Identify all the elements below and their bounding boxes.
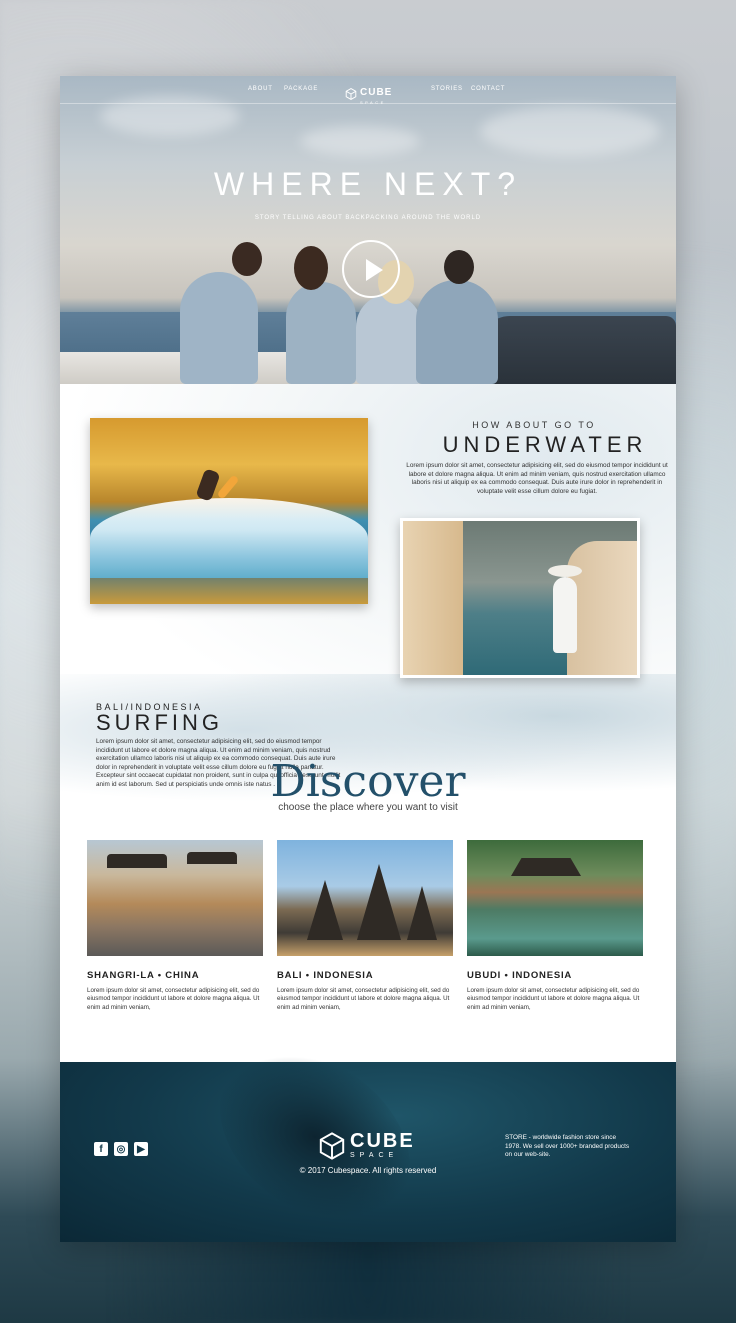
temple-roof — [107, 854, 167, 868]
footer-logo[interactable]: CUBE SPACE — [318, 1130, 415, 1160]
wave — [90, 498, 368, 578]
play-video-button[interactable] — [342, 240, 400, 298]
cloud — [480, 106, 660, 156]
hero-section: ABOUT PACKAGE CUBE SPACE STORIES CONTACT… — [60, 76, 676, 384]
surfboard — [216, 474, 240, 500]
header-logo[interactable]: CUBE SPACE — [345, 82, 392, 105]
destination-caption: SHANGRI-LA • CHINA — [87, 970, 200, 981]
pagoda — [407, 886, 437, 940]
destination-text: Lorem ipsum dolor sit amet, consectetur … — [87, 987, 260, 1011]
traveler-head — [444, 250, 474, 284]
underwater-pretitle: HOW ABOUT GO TO — [472, 420, 596, 430]
discover-title: Discover — [270, 756, 466, 807]
instagram-icon[interactable]: ◎ — [114, 1142, 128, 1156]
rock — [567, 541, 637, 675]
sun-hat — [548, 565, 582, 577]
destination-card[interactable]: BALI • INDONESIA Lorem ipsum dolor sit a… — [277, 840, 453, 1012]
copyright: © 2017 Cubespace. All rights reserved — [299, 1166, 437, 1175]
web-page-mockup: ABOUT PACKAGE CUBE SPACE STORIES CONTACT… — [60, 76, 676, 1242]
nav-stories[interactable]: STORIES — [431, 86, 463, 92]
underwater-title: UNDERWATER — [442, 432, 648, 457]
logo-word: CUBE — [360, 87, 393, 98]
destination-photo — [467, 840, 643, 956]
store-description: STORE - worldwide fashion store since 19… — [505, 1134, 630, 1159]
logo-sub: SPACE — [360, 100, 386, 105]
convertible-car — [480, 316, 676, 384]
underwater-body: Lorem ipsum dolor sit amet, consectetur … — [406, 462, 668, 495]
traveler — [416, 280, 498, 384]
traveler — [180, 272, 258, 384]
temple-roof — [187, 852, 237, 864]
temple-roof — [511, 858, 581, 876]
destination-caption: UBUDI • INDONESIA — [467, 970, 573, 981]
cube-logo-icon — [345, 87, 357, 100]
cube-logo-icon — [319, 1132, 345, 1160]
cloud — [300, 126, 420, 156]
nav-package[interactable]: PACKAGE — [284, 86, 318, 92]
rock — [403, 521, 463, 675]
underwater-photo[interactable] — [400, 518, 640, 678]
footer-logo-word: CUBE — [350, 1130, 415, 1152]
hero-title: WHERE NEXT? — [213, 166, 523, 202]
social-links: f ◎ ▶ — [94, 1142, 148, 1156]
surfing-photo[interactable] — [90, 418, 368, 604]
stories-section: HOW ABOUT GO TO UNDERWATER Lorem ipsum d… — [60, 384, 676, 814]
pagoda — [357, 864, 401, 940]
surfing-title: SURFING — [96, 710, 223, 735]
woman — [553, 577, 577, 653]
facebook-icon[interactable]: f — [94, 1142, 108, 1156]
destination-text: Lorem ipsum dolor sit amet, consectetur … — [467, 987, 640, 1011]
destination-photo — [87, 840, 263, 956]
footer-logo-sub: SPACE — [350, 1152, 399, 1159]
destination-caption: BALI • INDONESIA — [277, 970, 374, 981]
destination-photo — [277, 840, 453, 956]
nav-about[interactable]: ABOUT — [248, 86, 273, 92]
destination-text: Lorem ipsum dolor sit amet, consectetur … — [277, 987, 450, 1011]
traveler — [356, 294, 422, 384]
top-navigation: ABOUT PACKAGE CUBE SPACE STORIES CONTACT — [60, 76, 676, 105]
traveler-head — [294, 246, 328, 290]
nav-contact[interactable]: CONTACT — [471, 86, 505, 92]
destination-card[interactable]: SHANGRI-LA • CHINA Lorem ipsum dolor sit… — [87, 840, 263, 1012]
footer: f ◎ ▶ CUBE SPACE © 2017 Cubespace. All r… — [60, 1024, 676, 1242]
discover-subtitle: choose the place where you want to visit — [278, 802, 458, 813]
traveler — [286, 282, 356, 384]
traveler-head — [232, 242, 262, 276]
youtube-icon[interactable]: ▶ — [134, 1142, 148, 1156]
surfer — [195, 468, 221, 502]
pagoda — [307, 880, 343, 940]
destination-card[interactable]: UBUDI • INDONESIA Lorem ipsum dolor sit … — [467, 840, 643, 1012]
hero-subtitle: STORY TELLING ABOUT BACKPACKING AROUND T… — [254, 215, 482, 221]
